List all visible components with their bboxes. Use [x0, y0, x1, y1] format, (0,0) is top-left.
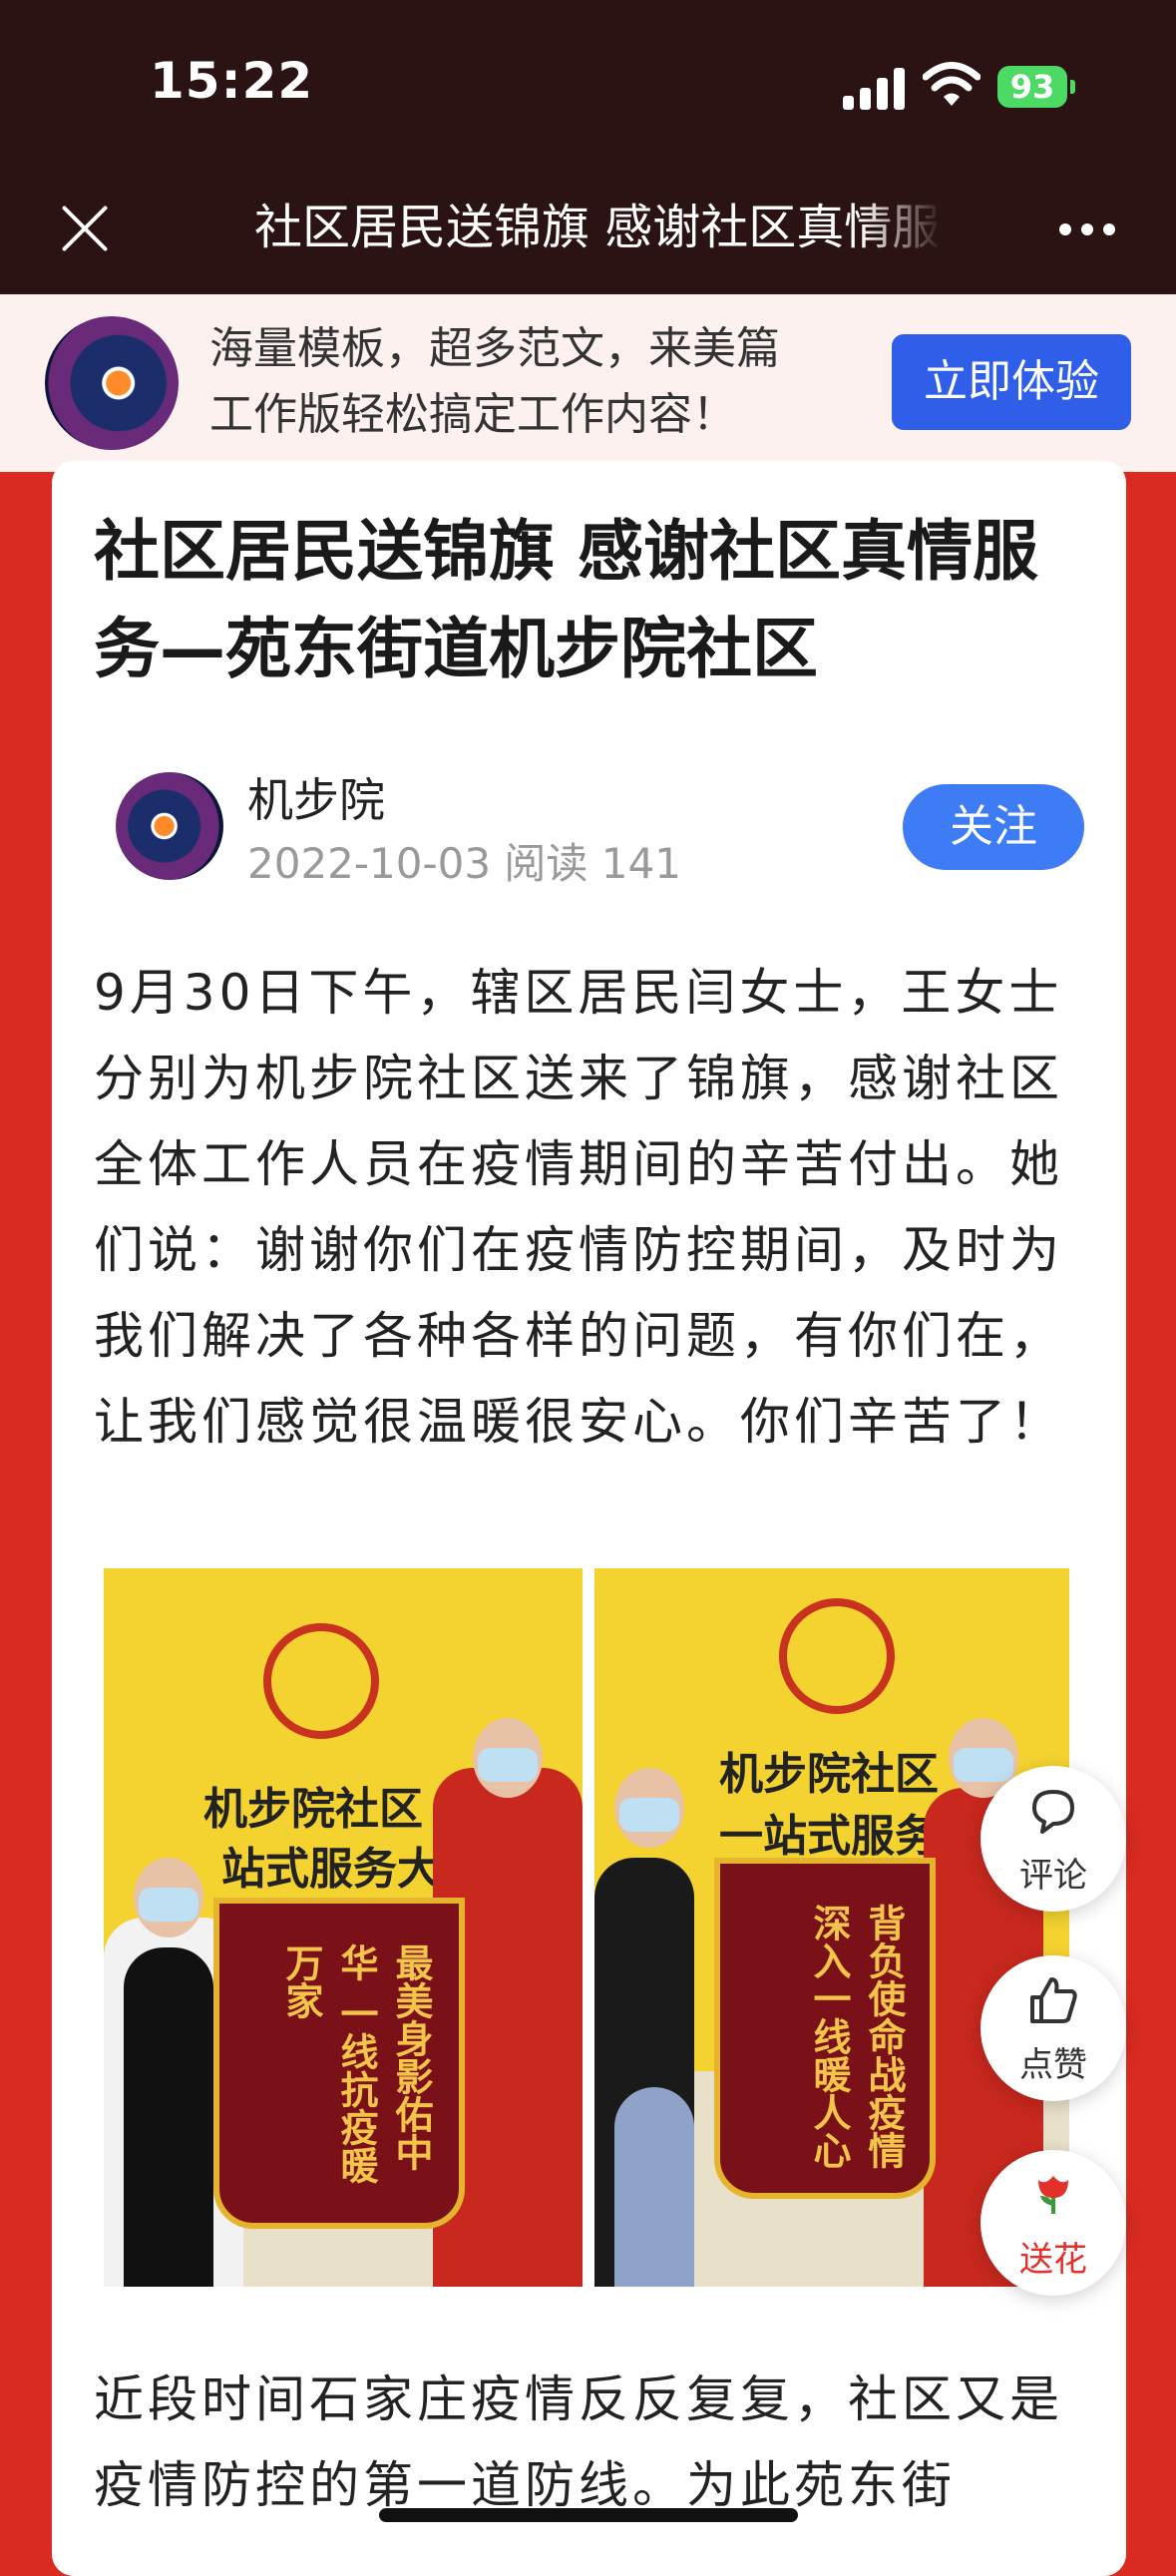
photo-sign-line-2: 一站式服务 [719, 1811, 939, 1862]
try-now-button[interactable]: 立即体验 [892, 334, 1131, 430]
close-icon[interactable] [55, 200, 115, 259]
nav-title: 社区居民送锦旗 感谢社区真情服务—苑东街道机步院社区 [254, 200, 943, 255]
status-time: 15:22 [150, 52, 314, 110]
battery-level: 93 [1009, 68, 1055, 106]
wifi-icon [923, 62, 980, 106]
photo-sign-line-2: 站式服务大 [221, 1844, 441, 1895]
battery-icon: 93 [997, 66, 1075, 108]
photo-sign-line-1: 机步院社区 [719, 1749, 939, 1800]
article-card: 社区居民送锦旗 感谢社区真情服务—苑东街道机步院社区 机步院 2022-10-0… [52, 461, 1126, 2576]
article-paragraph: 近段时间石家庄疫情反反复复，社区又是疫情防控的第一道防线。为此苑东街 [94, 2370, 1063, 2514]
signal-icon [843, 66, 905, 110]
article-photo-left[interactable]: 机步院社区 站式服务大 最美身影佑中华 一线抗疫暖万家 [104, 1568, 583, 2287]
banner-text: 最美身影佑中华 一线抗疫暖万家 [279, 1943, 433, 2185]
article-paragraph: 9月30日下午，辖区居民闫女士，王女士分别为机步院社区送来了锦旗，感谢社区全体工… [94, 964, 1063, 1451]
like-label: 点赞 [1019, 2045, 1087, 2085]
promo-banner: 海量模板，超多范文，来美篇 工作版轻松搞定工作内容！ 立即体验 [0, 294, 1176, 472]
comment-icon [1032, 1790, 1074, 1834]
comment-label: 评论 [1019, 1856, 1087, 1896]
nav-bar: 社区居民送锦旗 感谢社区真情服务—苑东街道机步院社区 [0, 150, 1176, 294]
banner-text: 背负使命战疫情 深入一线暖人心 [807, 1904, 906, 2169]
article-title: 社区居民送锦旗 感谢社区真情服务—苑东街道机步院社区 [94, 513, 1038, 687]
silk-banner: 最美身影佑中华 一线抗疫暖万家 [213, 1898, 465, 2229]
follow-button[interactable]: 关注 [903, 784, 1084, 870]
photo-sign-line-1: 机步院社区 [203, 1784, 423, 1835]
promo-line-2: 工作版轻松搞定工作内容！ [209, 389, 736, 440]
community-logo [779, 1598, 895, 1714]
comment-button[interactable]: 评论 [980, 1766, 1126, 1912]
rose-icon [1038, 2176, 1068, 2214]
promo-avatar [45, 316, 179, 450]
silk-banner: 背负使命战疫情 深入一线暖人心 [714, 1858, 936, 2199]
home-indicator[interactable] [379, 2508, 798, 2522]
flower-label: 送花 [1019, 2240, 1087, 2280]
community-logo [263, 1623, 379, 1739]
like-button[interactable]: 点赞 [980, 1955, 1126, 2101]
promo-line-1: 海量模板，超多范文，来美篇 [209, 323, 780, 374]
promo-text: 海量模板，超多范文，来美篇 工作版轻松搞定工作内容！ [209, 316, 868, 448]
more-icon[interactable] [1059, 223, 1119, 237]
author-avatar[interactable] [116, 772, 223, 880]
author-name[interactable]: 机步院 [247, 764, 385, 830]
like-icon [1030, 1977, 1077, 2023]
article-meta: 2022-10-03 阅读 141 [247, 839, 681, 888]
send-flower-button[interactable]: 送花 [980, 2150, 1126, 2296]
